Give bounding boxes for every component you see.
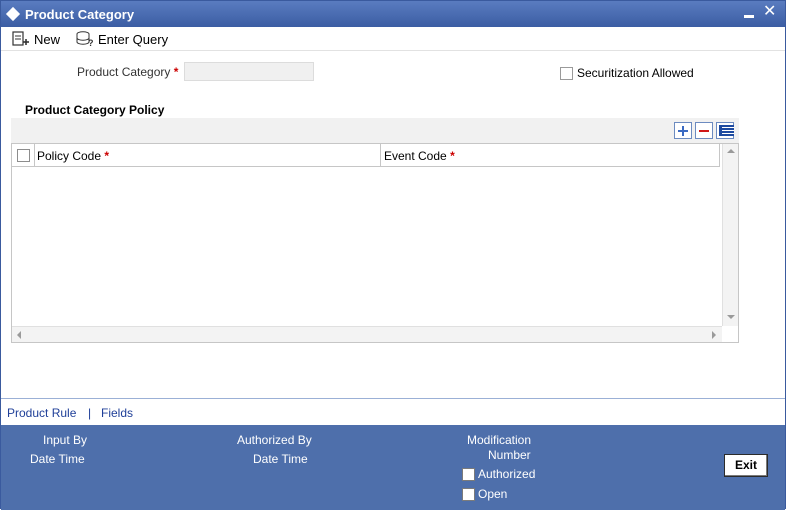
policy-code-label: Policy Code [37,149,102,163]
enter-query-icon: ? [76,31,94,47]
date-time-label: Date Time [30,452,85,466]
audit-footer: Input By Date Time Authorized By Date Ti… [1,425,785,510]
add-row-icon[interactable] [674,122,692,139]
scroll-right-icon[interactable] [712,331,716,339]
fields-link[interactable]: Fields [101,406,133,420]
authorized-status: Authorized [462,467,535,481]
policy-section-title: Product Category Policy [25,103,165,117]
column-header-event-code[interactable]: Event Code * [384,149,455,163]
auth-date-time-label: Date Time [253,452,308,466]
securitization-label: Securitization Allowed [577,66,694,80]
diamond-icon [5,6,21,22]
select-all-checkbox[interactable] [17,149,30,162]
svg-text:?: ? [88,38,94,47]
horizontal-scrollbar[interactable] [12,326,722,342]
product-category-label-text: Product Category [77,65,171,79]
links-bar: Product Rule | Fields [1,398,785,425]
exit-button[interactable]: Exit [724,454,768,477]
title-bar[interactable]: Product Category ✕ [1,1,785,27]
delete-row-icon[interactable] [695,122,713,139]
securitization-checkbox[interactable] [560,66,573,80]
securitization-allowed[interactable]: Securitization Allowed [560,66,694,80]
vertical-scrollbar[interactable] [722,144,738,326]
authorized-label: Authorized [478,467,536,481]
number-label: Number [488,448,531,462]
grid-toolbar [11,118,739,143]
product-category-window: Product Category ✕ New ? Enter Query Pro… [0,0,786,510]
window-title: Product Category [25,7,135,22]
authorized-checkbox [462,467,475,481]
scroll-down-icon[interactable] [727,315,735,319]
column-header-policy-code[interactable]: Policy Code * [37,149,109,163]
open-label: Open [478,487,508,501]
event-code-label: Event Code [384,149,447,163]
authorized-by-label: Authorized By [237,433,312,447]
policy-grid: Policy Code * Event Code * [11,143,739,343]
grid-header: Policy Code * Event Code * [12,144,720,167]
modification-label: Modification [467,433,532,447]
scroll-up-icon[interactable] [727,149,735,153]
event-code-required: * [450,149,455,163]
column-divider [34,144,35,167]
close-icon[interactable]: ✕ [763,3,776,21]
new-button[interactable]: New [12,31,60,47]
product-category-input[interactable] [184,62,314,81]
column-divider [380,144,381,167]
scroll-left-icon[interactable] [17,331,21,339]
input-by-label: Input By [43,433,88,447]
enter-query-label: Enter Query [98,31,169,47]
minimize-icon[interactable] [744,15,754,18]
link-separator: | [88,406,92,420]
toolbar: New ? Enter Query [1,27,785,51]
product-rule-link[interactable]: Product Rule [7,406,76,420]
enter-query-button[interactable]: ? Enter Query [76,31,168,47]
open-status: Open [462,487,507,501]
policy-code-required: * [104,149,110,163]
new-doc-icon [12,31,29,46]
new-label: New [34,31,61,47]
single-record-view-icon[interactable] [716,122,734,139]
open-checkbox [462,487,475,501]
product-category-label: Product Category * [77,65,178,79]
column-divider [719,144,720,167]
required-mark: * [173,65,179,79]
